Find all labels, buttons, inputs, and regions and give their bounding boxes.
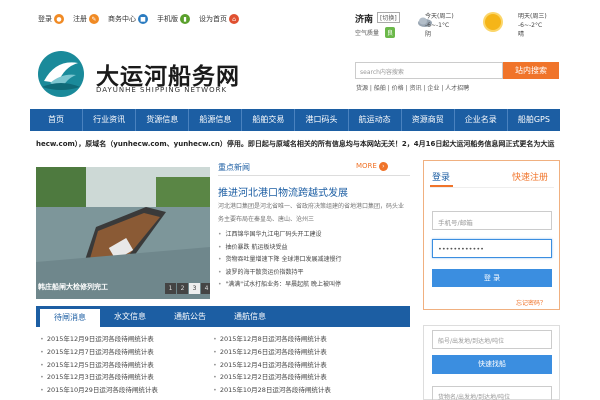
city-switch-link[interactable]: [切换] [377, 12, 400, 23]
slide-dot[interactable]: 1 [165, 283, 176, 294]
tab-hydrology[interactable]: 水文信息 [100, 306, 160, 327]
list-item[interactable]: 2015年12月5日运河各段待闸统计表 [40, 359, 208, 372]
slide-dot-active[interactable]: 3 [189, 283, 200, 294]
aqi-badge: 良 [385, 27, 396, 38]
list-item[interactable]: 波罗的海干散货运价指数持平 [218, 267, 408, 280]
nav-cargo-source[interactable]: 货源信息 [136, 109, 190, 131]
list-item[interactable]: 货物吞吐量增速下降 全球港口发展减速慢行 [218, 254, 408, 267]
weather-today: 今天(周二) -6~-1°C 阴 [425, 13, 454, 38]
register-link[interactable]: 注册 ✎ [73, 14, 99, 24]
nav-shipping-news[interactable]: 航运动态 [349, 109, 402, 131]
list-item[interactable]: 2015年12月4日运河各段待闸统计表 [213, 359, 381, 372]
nav-trade[interactable]: 资源商贸 [402, 109, 455, 131]
username-field[interactable]: 手机号/邮箱 [432, 211, 552, 230]
login-button[interactable]: 登 录 [432, 269, 552, 287]
aqi-label: 空气质量 [355, 30, 380, 37]
ship-search-input[interactable]: 船号/出发地/到达地/吨位 [432, 330, 552, 349]
business-center-link[interactable]: 商务中心 ■ [108, 14, 148, 24]
mobile-icon: ▮ [180, 14, 190, 24]
nav-company-directory[interactable]: 企业名录 [455, 109, 508, 131]
nav-ports[interactable]: 港口码头 [295, 109, 349, 131]
key-news-more-link[interactable]: MORE › [356, 162, 388, 171]
cargo-search-input[interactable]: 货物名/出发地/到达地/吨位 [432, 386, 552, 400]
list-item[interactable]: 2015年12月3日运河各段待闸统计表 [40, 371, 208, 384]
slide-pager: 1 2 3 4 5 [164, 283, 210, 294]
nav-ship-gps[interactable]: 船舶GPS [508, 109, 560, 131]
announcement-ticker[interactable]: hecw.com），原域名（yunhecw.com、yunhecw.cn）停用。… [36, 136, 600, 152]
nav-ship-trade[interactable]: 船舶交易 [242, 109, 296, 131]
register-icon: ✎ [89, 14, 99, 24]
weather-widget: 济南 [切换] 空气质量 良 今天(周二) -6~-1°C 阴 明天(周三) -… [355, 8, 600, 44]
headline-link[interactable]: 推进河北港口物流跨越式发展 [218, 184, 348, 199]
site-logo[interactable]: 大运河船务网 DAYUNHE SHIPPING NETWORK [36, 49, 246, 109]
tab-navigation-notice[interactable]: 通航公告 [160, 306, 220, 327]
slide-image [36, 167, 210, 299]
password-field[interactable]: •••••••••••• [432, 239, 552, 258]
search-input[interactable]: search内容搜索 [355, 62, 503, 79]
home-icon: ⌂ [229, 14, 239, 24]
set-homepage-link[interactable]: 设为首页 ⌂ [199, 14, 239, 24]
slide-dot[interactable]: 4 [201, 283, 210, 294]
search-button[interactable]: 站内搜索 [503, 62, 559, 79]
tab-navigation-info[interactable]: 通航信息 [220, 306, 280, 327]
list-item[interactable]: "满满"试水打船业务：早晨起航 晚上被叫停 [218, 279, 408, 292]
sunny-icon [485, 14, 501, 30]
tab-lock-waiting[interactable]: 待闸消息 [40, 309, 100, 327]
ship-search-panel: 船号/出发地/到达地/吨位 快速找船 货物名/出发地/到达地/吨位 [423, 325, 560, 400]
list-item[interactable]: 2015年12月6日运河各段待闸统计表 [213, 346, 381, 359]
divider [218, 175, 410, 176]
slide-caption: 韩庄船闸大检修列完工 [38, 283, 108, 291]
main-nav: 首页 行业资讯 货源信息 船源信息 船舶交易 港口码头 航运动态 资源商贸 企业… [30, 109, 560, 131]
lock-list-left: 2015年12月9日运河各段待闸统计表 2015年12月7日运河各段待闸统计表 … [40, 333, 208, 397]
news-slideshow[interactable]: 韩庄船闸大检修列完工 1 2 3 4 5 [36, 167, 210, 299]
key-news-list: 江西锦华国华九江电厂码头开工建设 抽价暴跌 航运板块受益 货物吞吐量增速下降 全… [218, 229, 408, 292]
top-bar: 登录 ● 注册 ✎ 商务中心 ■ 手机版 ▮ 设为首页 ⌂ 济南 [切换] 空气质量 良 … [0, 0, 600, 44]
list-item[interactable]: 2015年12月7日运河各段待闸统计表 [40, 346, 208, 359]
quick-find-ship-button[interactable]: 快速找船 [432, 355, 552, 374]
business-icon: ■ [138, 14, 148, 24]
list-item[interactable]: 2015年10月29日运河各段待闸统计表 [40, 384, 208, 397]
logo-text-en: DAYUNHE SHIPPING NETWORK [96, 86, 228, 94]
slide-dot[interactable]: 2 [177, 283, 188, 294]
top-links: 登录 ● 注册 ✎ 商务中心 ■ 手机版 ▮ 设为首页 ⌂ [38, 14, 248, 24]
list-item[interactable]: 2015年12月9日运河各段待闸统计表 [40, 333, 208, 346]
forgot-password-link[interactable]: 忘记密码？ [516, 298, 546, 307]
headline-summary: 河北港口集团是河北省唯一、省政府决策组建的省地港口集团，码头业务主要布局在秦皇岛… [218, 203, 405, 223]
weather-city: 济南 [355, 15, 374, 25]
weather-tomorrow: 明天(周三) -6~-2°C 晴 [518, 13, 547, 38]
arrow-right-icon: › [378, 162, 388, 171]
quick-register-link[interactable]: 快速注册 [512, 170, 548, 183]
list-item[interactable]: 2015年12月2日运河各段待闸统计表 [213, 371, 381, 384]
logo-icon [38, 51, 84, 97]
login-link[interactable]: 登录 ● [38, 14, 64, 24]
info-tabbar: 待闸消息 水文信息 通航公告 通航信息 [36, 306, 410, 327]
login-panel: 登录 快速注册 手机号/邮箱 •••••••••••• 登 录 忘记密码？ [423, 160, 560, 310]
user-icon: ● [54, 14, 64, 24]
nav-home[interactable]: 首页 [30, 109, 84, 131]
divider [430, 187, 554, 188]
list-item[interactable]: 抽价暴跌 航运板块受益 [218, 242, 408, 255]
list-item[interactable]: 江西锦华国华九江电厂码头开工建设 [218, 229, 408, 242]
list-item[interactable]: 2015年12月8日运河各段待闸统计表 [213, 333, 381, 346]
lock-list-right: 2015年12月8日运河各段待闸统计表 2015年12月6日运河各段待闸统计表 … [213, 333, 381, 397]
key-news-title: 重点新闻 [218, 163, 250, 172]
mobile-link[interactable]: 手机版 ▮ [157, 14, 190, 24]
login-tab[interactable]: 登录 [432, 170, 450, 183]
nav-ship-source[interactable]: 船源信息 [189, 109, 243, 131]
list-item[interactable]: 2015年10月28日运河各段待闸统计表 [213, 384, 381, 397]
nav-industry-news[interactable]: 行业资讯 [83, 109, 137, 131]
search-hot-links[interactable]: 货源 | 船舶 | 价格 | 资讯 | 企业 | 人才招聘 [356, 83, 469, 92]
